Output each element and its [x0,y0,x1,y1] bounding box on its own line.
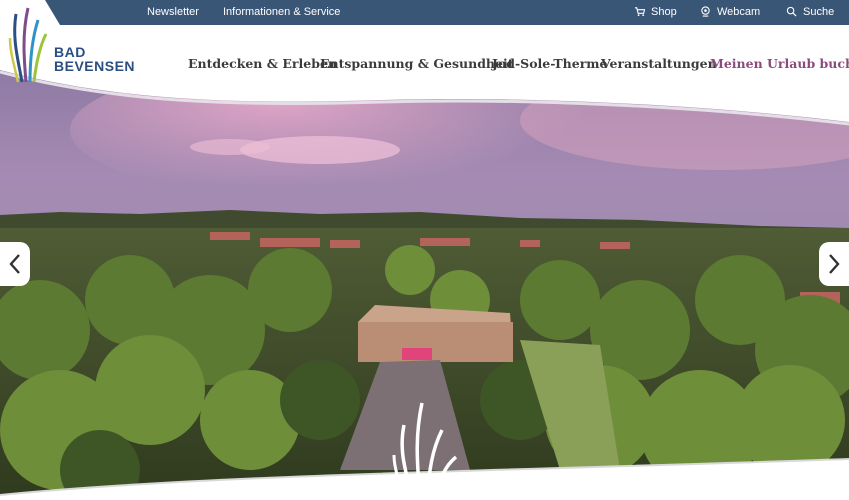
slider-next-button[interactable] [819,242,849,286]
chevron-left-icon [9,254,20,274]
chevron-right-icon [829,254,840,274]
newsletter-link[interactable]: Newsletter [147,5,199,19]
nav-therme[interactable]: Jod-Sole-Therme [492,56,607,71]
webcam-link[interactable]: Webcam [700,5,760,19]
slider-prev-button[interactable] [0,242,30,286]
logo-mark [8,7,48,83]
cart-icon [634,7,646,17]
info-service-link[interactable]: Informationen & Service [223,5,340,19]
nav-entdecken[interactable]: Entdecken & Erleben [188,56,337,71]
decorative-logo-mark [392,402,458,500]
search-label: Suche [803,6,835,18]
search-icon [786,6,797,17]
search-link[interactable]: Suche [786,5,834,19]
shop-label: Shop [651,6,677,18]
nav-urlaub-buchen[interactable]: Meinen Urlaub buchen [710,56,849,71]
nav-veranstaltungen[interactable]: Veranstaltungen [601,56,717,71]
webcam-label: Webcam [717,6,761,18]
webcam-icon [701,6,710,17]
site-logo[interactable]: BAD BEVENSEN [8,4,138,84]
nav-entspannung[interactable]: Entspannung & Gesundheit [320,56,514,71]
shop-link[interactable]: Shop [634,5,677,19]
logo-line-2: BEVENSEN [54,58,136,74]
